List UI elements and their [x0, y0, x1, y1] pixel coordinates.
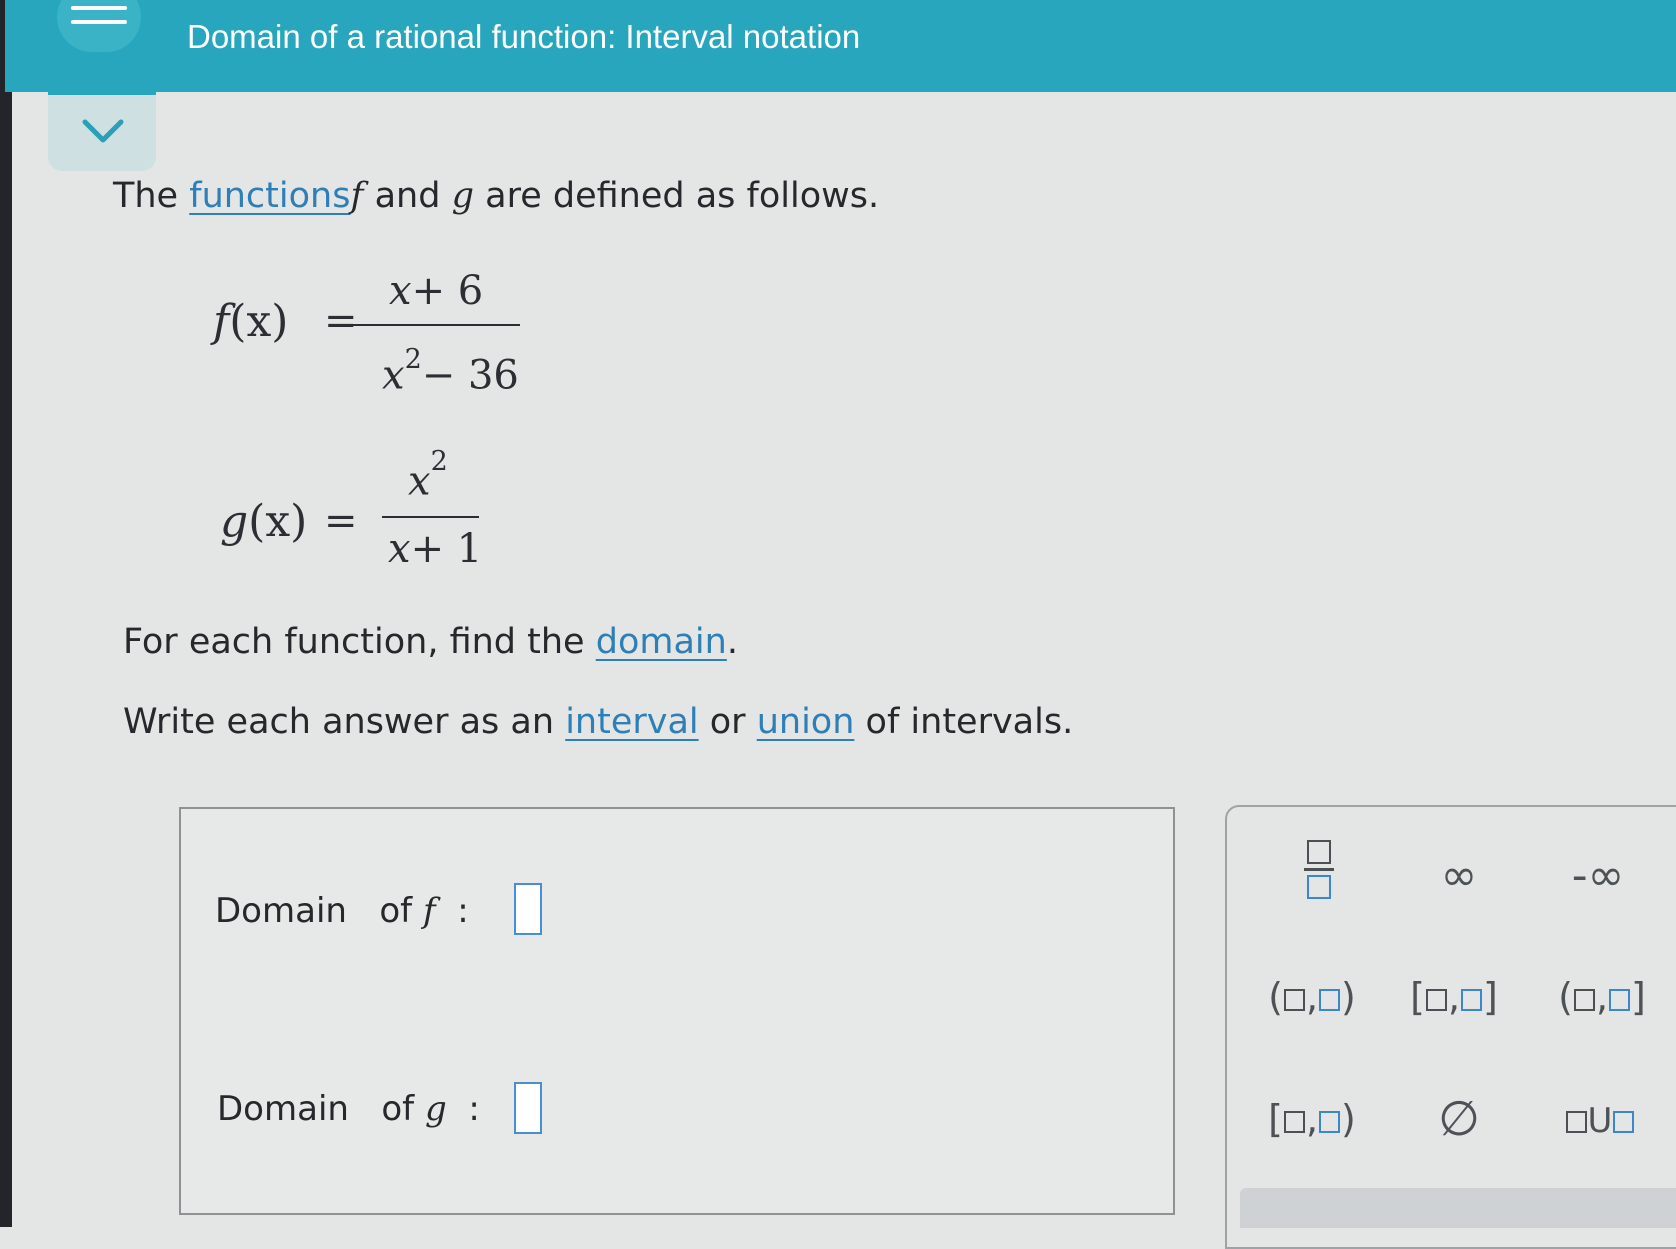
- header-bar: Domain of a rational function: Interval …: [5, 0, 1676, 92]
- neg-infinity-button[interactable]: -∞: [1543, 843, 1653, 907]
- fraction-icon: [1304, 839, 1334, 899]
- fraction-button[interactable]: [1264, 837, 1374, 901]
- answer-box: Domain of f : Domain of g :: [179, 807, 1175, 1215]
- write-prefix: Write each answer as an: [123, 702, 555, 742]
- task-prefix: For each function, find the: [123, 622, 585, 662]
- left-open-interval-button[interactable]: (,]: [1547, 965, 1657, 1029]
- task-text: For each function, find the domain.: [123, 622, 738, 662]
- g-numerator: x2: [408, 446, 448, 505]
- intro-prefix: The: [113, 176, 179, 216]
- write-or: or: [709, 702, 746, 742]
- menu-button[interactable]: [57, 0, 141, 52]
- empty-set-button[interactable]: ∅: [1404, 1087, 1514, 1151]
- closed-interval-icon: [,]: [1410, 975, 1498, 1019]
- domain-f-label: Domain of f :: [215, 891, 469, 931]
- union-icon: U: [1565, 1097, 1636, 1141]
- page-title: Domain of a rational function: Interval …: [187, 18, 861, 55]
- task-suffix: .: [726, 622, 738, 662]
- open-interval-icon: (,): [1268, 975, 1356, 1019]
- union-button[interactable]: U: [1545, 1087, 1655, 1151]
- intro-g-symbol: g: [451, 176, 474, 216]
- intro-f-symbol: f: [350, 176, 364, 216]
- palette-footer: [1240, 1188, 1676, 1228]
- domain-g-input[interactable]: [514, 1082, 542, 1134]
- right-open-interval-button[interactable]: [,): [1257, 1087, 1367, 1151]
- collapse-toggle[interactable]: [48, 92, 156, 171]
- f-denominator: x2− 36: [382, 344, 519, 399]
- intro-and: and: [374, 176, 441, 216]
- domain-g-label: Domain of g :: [217, 1089, 480, 1129]
- union-link[interactable]: union: [757, 702, 855, 742]
- f-fraction-bar: [347, 324, 520, 326]
- intro-suffix: are defined as follows.: [485, 176, 880, 216]
- g-fraction-bar: [382, 516, 479, 518]
- domain-f-input[interactable]: [514, 883, 542, 935]
- chevron-down-icon: [82, 119, 124, 143]
- math-palette: ∞ -∞ (,) [,] (,] [,) ∅ U: [1225, 805, 1676, 1249]
- g-denominator: x+ 1: [388, 526, 483, 572]
- intro-text: The functionsf and g are defined as foll…: [113, 176, 879, 216]
- open-interval-button[interactable]: (,): [1257, 965, 1367, 1029]
- infinity-icon: ∞: [1440, 849, 1478, 901]
- closed-interval-button[interactable]: [,]: [1399, 965, 1509, 1029]
- f-lhs: f(x): [213, 296, 289, 347]
- functions-link[interactable]: functions: [189, 176, 350, 216]
- neg-infinity-icon: -∞: [1571, 849, 1625, 901]
- domain-link[interactable]: domain: [596, 622, 727, 662]
- interval-link[interactable]: interval: [565, 702, 698, 742]
- left-open-interval-icon: (,]: [1558, 975, 1646, 1019]
- empty-set-icon: ∅: [1438, 1091, 1480, 1147]
- f-numerator: x+ 6: [389, 268, 484, 314]
- screen-left-edge: [0, 0, 12, 1227]
- g-equals: =: [324, 498, 358, 544]
- g-lhs: g(x): [220, 496, 308, 547]
- infinity-button[interactable]: ∞: [1404, 843, 1514, 907]
- write-text: Write each answer as an interval or unio…: [123, 702, 1073, 742]
- f-equals: =: [324, 298, 358, 344]
- write-suffix: of intervals.: [865, 702, 1074, 742]
- right-open-interval-icon: [,): [1268, 1097, 1356, 1141]
